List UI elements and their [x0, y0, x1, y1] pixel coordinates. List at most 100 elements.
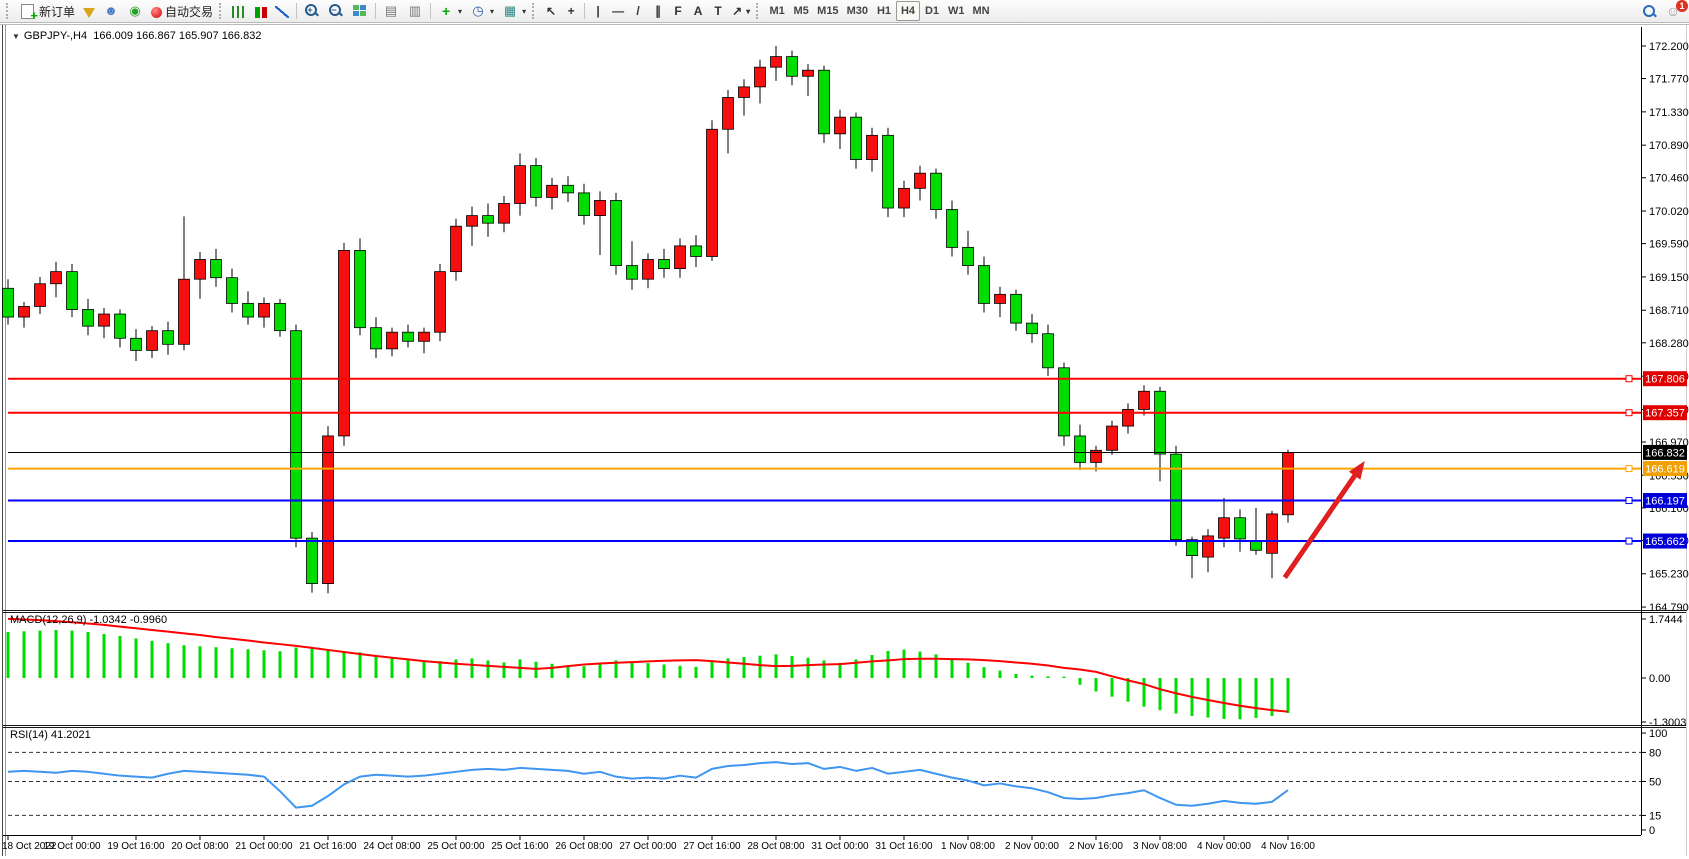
time-label: 21 Oct 16:00	[299, 841, 357, 852]
zoom-out-icon: −	[328, 3, 344, 19]
chart-window: 172.200171.770171.330170.890170.460170.0…	[0, 23, 1689, 859]
tf-m1-button[interactable]: M1	[765, 1, 789, 21]
macd-bar	[951, 658, 954, 678]
tile-windows-icon	[352, 3, 368, 19]
toolbar-drag-handle[interactable]	[756, 3, 761, 19]
candle	[259, 303, 270, 317]
funnel-icon	[83, 8, 95, 18]
macd-bar	[871, 655, 874, 678]
cascade-charts-icon: ▥	[407, 3, 423, 19]
cursor-button[interactable]: ↖	[541, 1, 561, 21]
macd-bar	[1079, 678, 1082, 685]
time-label: 24 Oct 08:00	[363, 841, 421, 852]
candle	[99, 314, 110, 326]
candle-chart-button[interactable]	[249, 1, 271, 21]
toolbar-drag-handle[interactable]	[532, 3, 537, 19]
tf-m5-button[interactable]: M5	[789, 1, 813, 21]
macd-bar	[183, 645, 186, 678]
macd-bar	[631, 662, 634, 678]
macd-bar	[151, 641, 154, 678]
notification-badge: 1	[1676, 0, 1688, 12]
macd-bar	[423, 662, 426, 678]
candle	[915, 173, 926, 188]
candle	[435, 272, 446, 333]
macd-bar	[1095, 678, 1098, 692]
macd-bar	[327, 650, 330, 678]
price-tick-label: 169.150	[1649, 272, 1689, 284]
horizontal-line-button[interactable]: —	[608, 1, 628, 21]
toolbar-separator	[584, 3, 585, 19]
vertical-line-button[interactable]: |	[588, 1, 608, 21]
cascade-charts-button[interactable]: ▥	[403, 1, 427, 21]
market-watch-button[interactable]	[79, 1, 99, 21]
candle	[227, 278, 238, 304]
candle	[371, 328, 382, 349]
bar-chart-icon	[232, 6, 245, 18]
toolbar-drag-handle[interactable]	[219, 3, 224, 19]
candlestick-chart-icon	[253, 7, 267, 18]
arrows-button[interactable]: ↗▾	[728, 1, 754, 21]
macd-bar	[375, 656, 378, 678]
zoom-in-icon: +	[304, 3, 320, 19]
time-label: 31 Oct 16:00	[875, 841, 933, 852]
rsi-tick-label: 100	[1649, 728, 1667, 740]
trendline-button[interactable]: /	[628, 1, 648, 21]
candle	[1155, 391, 1166, 454]
candle	[563, 185, 574, 193]
toolbar-separator	[430, 3, 431, 19]
time-label: 21 Oct 00:00	[235, 841, 293, 852]
text-button[interactable]: A	[688, 1, 708, 21]
navigator-button[interactable]: ◉	[123, 1, 147, 21]
macd-bar	[1175, 678, 1178, 714]
candle	[899, 188, 910, 208]
line-anchor[interactable]	[1626, 538, 1632, 544]
candle	[131, 338, 142, 350]
candle	[1139, 391, 1150, 409]
candle	[147, 331, 158, 351]
channel-button[interactable]: ∥	[648, 1, 668, 21]
macd-bar	[71, 631, 74, 678]
autotrade-button[interactable]: 自动交易	[147, 1, 217, 21]
notifications-button[interactable]: ☺ 1	[1661, 1, 1685, 21]
chart-menu-icon[interactable]: ▼	[12, 32, 20, 41]
line-chart-button[interactable]	[271, 1, 293, 21]
tf-m30-button[interactable]: M30	[843, 1, 872, 21]
text-label-button[interactable]: T	[708, 1, 728, 21]
crosshair-button[interactable]: +	[561, 1, 581, 21]
tf-mn-button[interactable]: MN	[968, 1, 993, 21]
candle	[483, 216, 494, 224]
arrange-charts-button[interactable]: ▤	[379, 1, 403, 21]
tile-windows-button[interactable]	[348, 1, 372, 21]
tf-d1-button[interactable]: D1	[920, 1, 944, 21]
candle	[467, 216, 478, 227]
ohlc-values: 166.009 166.867 165.907 166.832	[93, 30, 261, 42]
templates-button[interactable]: ▦▾	[498, 1, 530, 21]
tf-h1-button[interactable]: H1	[872, 1, 896, 21]
time-label: 25 Oct 00:00	[427, 841, 485, 852]
line-anchor[interactable]	[1626, 376, 1632, 382]
candle	[19, 306, 30, 317]
chart-canvas[interactable]: 172.200171.770171.330170.890170.460170.0…	[0, 23, 1689, 859]
macd-tick-label: 0.00	[1649, 673, 1670, 685]
bar-chart-button[interactable]	[228, 1, 249, 21]
line-anchor[interactable]	[1626, 466, 1632, 472]
periods-button[interactable]: ◷▾	[466, 1, 498, 21]
tf-h4-button[interactable]: H4	[896, 1, 920, 21]
search-button[interactable]	[1637, 1, 1661, 21]
toolbar-drag-handle[interactable]	[6, 3, 11, 19]
tf-w1-button[interactable]: W1	[944, 1, 969, 21]
zoom-in-button[interactable]: +	[300, 1, 324, 21]
line-anchor[interactable]	[1626, 410, 1632, 416]
line-anchor[interactable]	[1626, 498, 1632, 504]
text-label-icon: T	[714, 4, 721, 18]
chevron-down-icon: ▾	[746, 7, 750, 16]
indicators-button[interactable]: +▾	[434, 1, 466, 21]
zoom-out-button[interactable]: −	[324, 1, 348, 21]
data-window-button[interactable]: ☻	[99, 1, 123, 21]
tf-m15-button[interactable]: M15	[813, 1, 842, 21]
fibonacci-button[interactable]: F	[668, 1, 688, 21]
macd-bar	[199, 646, 202, 678]
new-order-button[interactable]: 新订单	[15, 1, 79, 21]
chart-title: ▼GBPJPY-,H4 166.009 166.867 165.907 166.…	[12, 30, 261, 42]
rsi-tick-label: 80	[1649, 747, 1661, 759]
